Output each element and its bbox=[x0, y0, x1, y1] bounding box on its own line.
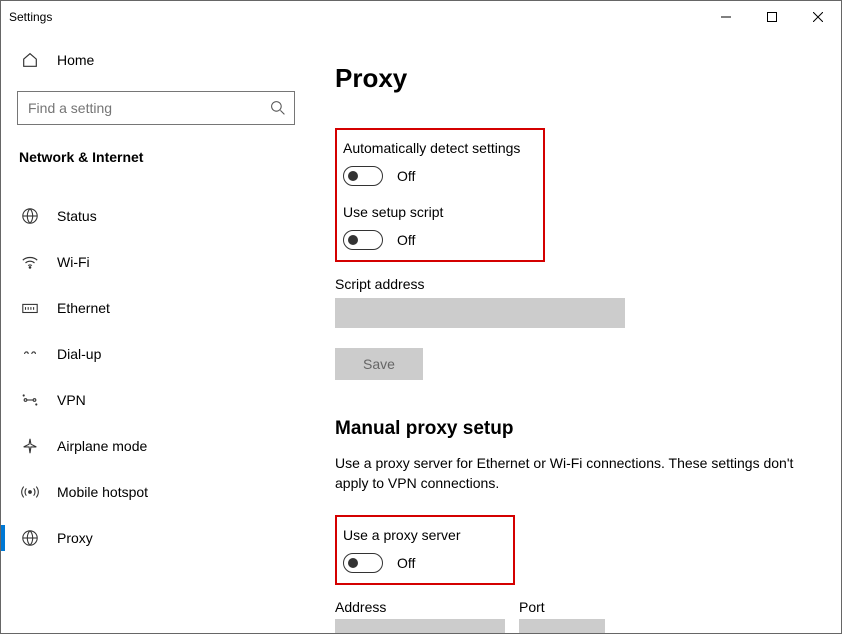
minimize-button[interactable] bbox=[703, 1, 749, 33]
sidebar-item-label: Dial-up bbox=[57, 346, 101, 362]
auto-detect-state: Off bbox=[397, 168, 415, 184]
sidebar-item-label: Wi-Fi bbox=[57, 254, 90, 270]
search-input[interactable] bbox=[28, 100, 270, 116]
script-address-input bbox=[335, 298, 625, 328]
dialup-icon bbox=[21, 345, 39, 363]
search-icon bbox=[270, 100, 286, 116]
airplane-icon bbox=[21, 437, 39, 455]
sidebar-item-vpn[interactable]: VPN bbox=[1, 377, 311, 423]
sidebar-item-label: Ethernet bbox=[57, 300, 110, 316]
sidebar: Home Network & Internet Status bbox=[1, 33, 311, 633]
status-icon bbox=[21, 207, 39, 225]
home-icon bbox=[21, 51, 39, 69]
section-title: Network & Internet bbox=[1, 145, 311, 179]
use-proxy-state: Off bbox=[397, 555, 415, 571]
window-title: Settings bbox=[9, 10, 52, 24]
sidebar-item-ethernet[interactable]: Ethernet bbox=[1, 285, 311, 331]
titlebar: Settings bbox=[1, 1, 841, 33]
sidebar-item-label: Status bbox=[57, 208, 97, 224]
script-address-label: Script address bbox=[335, 276, 817, 292]
sidebar-item-proxy[interactable]: Proxy bbox=[1, 515, 311, 561]
ethernet-icon bbox=[21, 299, 39, 317]
settings-window: Settings Home Netw bbox=[0, 0, 842, 634]
sidebar-item-dialup[interactable]: Dial-up bbox=[1, 331, 311, 377]
save-button: Save bbox=[335, 348, 423, 380]
home-nav[interactable]: Home bbox=[1, 49, 311, 83]
home-label: Home bbox=[57, 52, 94, 68]
maximize-button[interactable] bbox=[749, 1, 795, 33]
sidebar-item-status[interactable]: Status bbox=[1, 193, 311, 239]
wifi-icon bbox=[21, 253, 39, 271]
manual-header: Manual proxy setup bbox=[335, 418, 817, 440]
auto-detect-label: Automatically detect settings bbox=[343, 140, 529, 156]
address-label: Address bbox=[335, 599, 505, 615]
auto-detect-toggle[interactable] bbox=[343, 166, 383, 186]
sidebar-item-label: Mobile hotspot bbox=[57, 484, 148, 500]
sidebar-item-airplane[interactable]: Airplane mode bbox=[1, 423, 311, 469]
port-input bbox=[519, 619, 605, 633]
sidebar-item-wifi[interactable]: Wi-Fi bbox=[1, 239, 311, 285]
highlight-box-manual: Use a proxy server Off bbox=[335, 515, 515, 585]
manual-desc: Use a proxy server for Ethernet or Wi-Fi… bbox=[335, 454, 795, 493]
vpn-icon bbox=[21, 391, 39, 409]
sidebar-item-label: VPN bbox=[57, 392, 86, 408]
address-input bbox=[335, 619, 505, 633]
hotspot-icon bbox=[21, 483, 39, 501]
search-box[interactable] bbox=[17, 91, 295, 125]
sidebar-item-label: Airplane mode bbox=[57, 438, 147, 454]
use-proxy-toggle[interactable] bbox=[343, 553, 383, 573]
page-title: Proxy bbox=[335, 63, 817, 94]
port-label: Port bbox=[519, 599, 605, 615]
use-script-toggle[interactable] bbox=[343, 230, 383, 250]
use-script-state: Off bbox=[397, 232, 415, 248]
highlight-box-auto: Automatically detect settings Off Use se… bbox=[335, 128, 545, 262]
use-script-label: Use setup script bbox=[343, 204, 529, 220]
use-proxy-label: Use a proxy server bbox=[343, 527, 499, 543]
sidebar-item-hotspot[interactable]: Mobile hotspot bbox=[1, 469, 311, 515]
close-button[interactable] bbox=[795, 1, 841, 33]
content-pane: Proxy Automatically detect settings Off … bbox=[311, 33, 841, 633]
proxy-icon bbox=[21, 529, 39, 547]
sidebar-item-label: Proxy bbox=[57, 530, 93, 546]
